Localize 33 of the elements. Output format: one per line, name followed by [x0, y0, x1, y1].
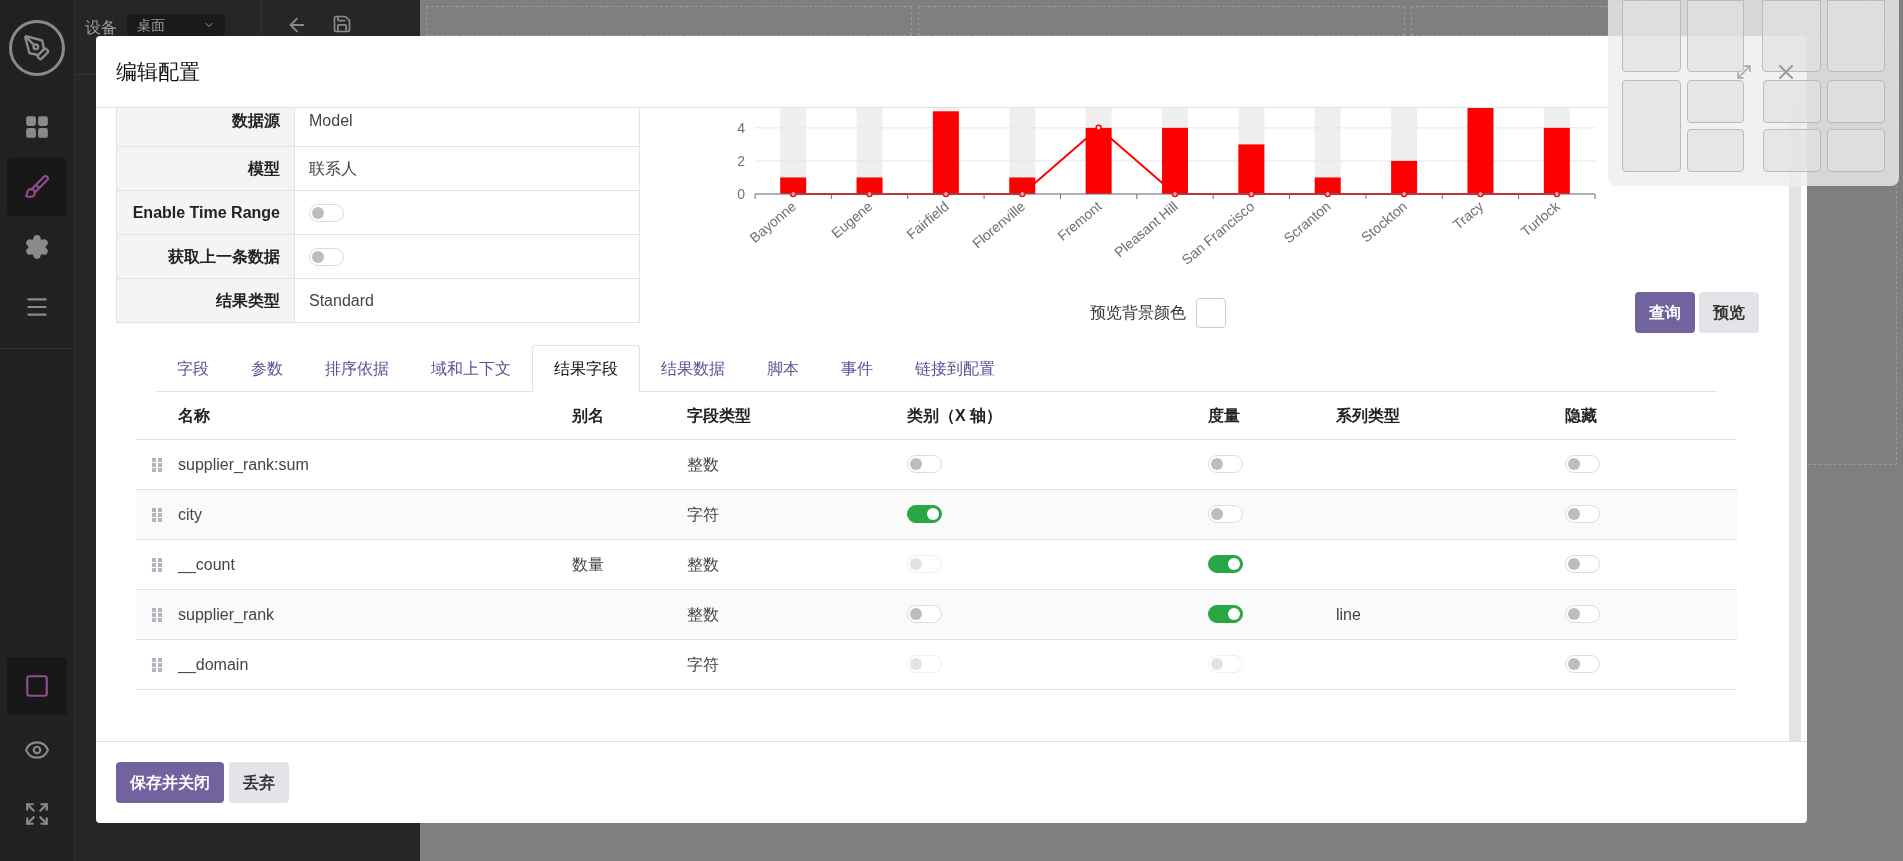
property-value: Model — [309, 111, 353, 131]
table-cell-text: 整数 — [687, 604, 720, 625]
column-header: 度量 — [1208, 405, 1241, 426]
table-cell-text: city — [178, 504, 203, 525]
property-value: 联系人 — [309, 158, 357, 179]
preview-bg-label: 预览背景颜色 — [1090, 302, 1186, 323]
column-header: 系列类型 — [1336, 405, 1401, 426]
table-cell-text: 字符 — [687, 504, 720, 525]
column-header: 隐藏 — [1565, 405, 1598, 426]
table-cell-text: supplier_rank:sum — [178, 454, 310, 475]
table-cell-text: __domain — [178, 654, 250, 675]
y-tick-label: 0 — [737, 186, 746, 202]
table-cell: 数量 — [572, 555, 604, 573]
property-label: 获取上一条数据 — [168, 246, 280, 267]
property-label: 结果类型 — [216, 290, 280, 311]
table-cell-text: 整数 — [687, 554, 720, 575]
table-cell-text: 字符 — [687, 654, 720, 675]
y-tick-label: 4 — [737, 119, 746, 136]
table-cell-text: 整数 — [687, 454, 720, 475]
y-tick-label: 2 — [737, 152, 746, 169]
dialog-title: 编辑配置 — [116, 58, 200, 85]
table-cell-text: supplier_rank — [178, 604, 276, 625]
table-cell-text: __count — [178, 554, 236, 575]
column-header: 名称 — [178, 405, 211, 426]
table-cell: line — [1336, 605, 1361, 623]
column-header: 别名 — [572, 405, 605, 426]
column-header: 字段类型 — [687, 405, 752, 426]
property-label: Enable Time Range — [132, 202, 280, 223]
device-label: 设备 — [85, 18, 117, 38]
property-label: 数据源 — [232, 111, 280, 131]
property-value: Standard — [309, 290, 374, 311]
column-header: 类别（X 轴） — [907, 405, 1004, 426]
property-label: 模型 — [248, 158, 280, 179]
